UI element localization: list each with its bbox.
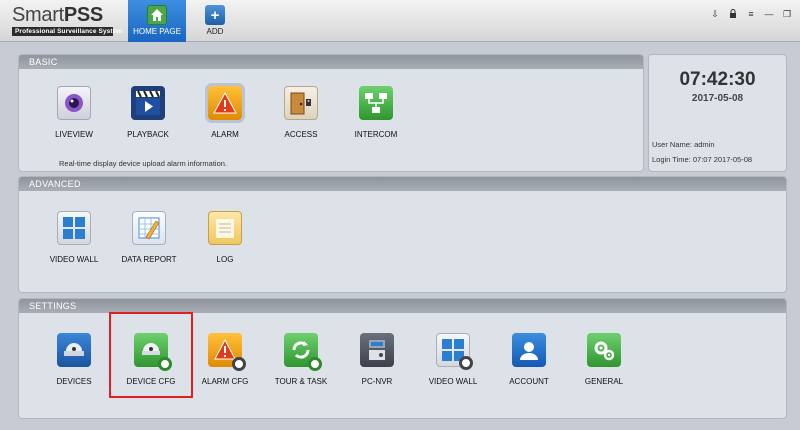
minimize-icon[interactable]: — xyxy=(764,9,774,20)
liveview-tile[interactable]: LIVEVIEW xyxy=(34,86,114,139)
app-title: SmartPSS xyxy=(12,4,103,26)
access-tile[interactable]: ACCESS xyxy=(261,86,341,139)
notepad-icon xyxy=(208,211,242,245)
alarm-description: Real-time display device upload alarm in… xyxy=(59,159,227,168)
grid-icon xyxy=(57,211,91,245)
playback-tile[interactable]: PLAYBACK xyxy=(108,86,188,139)
advanced-header: ADVANCED xyxy=(19,177,786,191)
devices-label: DEVICES xyxy=(56,377,92,386)
app-logo: SmartPSS Professional Surveillance Syste… xyxy=(12,4,124,36)
intercom-label: INTERCOM xyxy=(354,130,398,139)
menu-icon[interactable]: ≡ xyxy=(746,9,756,20)
account-tile[interactable]: ACCOUNT xyxy=(489,333,569,386)
tab-add-label: ADD xyxy=(206,27,224,36)
pc-nvr-tile[interactable]: PC-NVR xyxy=(337,333,417,386)
video-wall-cfg-label: VIDEO WALL xyxy=(428,377,478,386)
alarm-label: ALARM xyxy=(211,130,239,139)
video-wall-cfg-tile[interactable]: VIDEO WALL xyxy=(413,333,493,386)
devices-tile[interactable]: DEVICES xyxy=(34,333,114,386)
tour-task-tile[interactable]: TOUR & TASK xyxy=(261,333,341,386)
door-icon xyxy=(284,86,318,120)
alarm-cfg-label: ALARM CFG xyxy=(201,377,249,386)
clapperboard-icon xyxy=(131,86,165,120)
lock-icon[interactable] xyxy=(728,9,738,20)
access-label: ACCESS xyxy=(284,130,318,139)
log-label: LOG xyxy=(216,255,234,264)
clock-time: 07:42:30 xyxy=(679,69,756,90)
clock-date: 2017-05-08 xyxy=(691,93,744,104)
tab-add[interactable]: + ADD xyxy=(186,0,244,42)
liveview-label: LIVEVIEW xyxy=(55,130,93,139)
general-gear-icon xyxy=(587,333,621,367)
top-bar: SmartPSS Professional Surveillance Syste… xyxy=(0,0,800,42)
account-label: ACCOUNT xyxy=(509,377,549,386)
tour-task-icon xyxy=(284,333,322,371)
restore-icon[interactable]: ❐ xyxy=(782,9,792,20)
pc-nvr-icon xyxy=(360,333,394,367)
data-report-tile[interactable]: DATA REPORT xyxy=(109,211,189,264)
tab-home-label: HOME PAGE xyxy=(133,27,181,36)
settings-header: SETTINGS xyxy=(19,299,786,313)
device-cfg-highlight xyxy=(109,312,193,398)
tab-home-page[interactable]: HOME PAGE xyxy=(128,0,186,42)
user-name: User Name: admin xyxy=(652,140,715,149)
window-controls: ⇩ ≡ — ❐ xyxy=(710,9,792,20)
report-icon xyxy=(132,211,166,245)
account-icon xyxy=(512,333,546,367)
alarm-cfg-tile[interactable]: ALARM CFG xyxy=(185,333,265,386)
alarm-config-icon xyxy=(208,333,246,371)
camera-icon xyxy=(57,86,91,120)
intercom-tile[interactable]: INTERCOM xyxy=(336,86,416,139)
gear-icon xyxy=(308,357,322,371)
clock-panel: 07:42:30 2017-05-08 User Name: admin Log… xyxy=(648,54,787,172)
gear-icon xyxy=(459,356,473,370)
plus-icon: + xyxy=(205,5,225,25)
pc-nvr-label: PC-NVR xyxy=(361,377,393,386)
advanced-panel: ADVANCED VIDEO WALL DATA REPORT LOG xyxy=(18,176,787,293)
video-wall-tile[interactable]: VIDEO WALL xyxy=(34,211,114,264)
general-label: GENERAL xyxy=(584,377,624,386)
user-icon[interactable]: ⇩ xyxy=(710,9,720,20)
video-wall-config-icon xyxy=(436,333,473,370)
log-tile[interactable]: LOG xyxy=(185,211,265,264)
network-icon xyxy=(359,86,393,120)
alarm-icon xyxy=(205,83,245,123)
basic-panel: BASIC LIVEVIEW PLAYBACK ALARM ACCESS INT… xyxy=(18,54,644,172)
app-subtitle: Professional Surveillance System xyxy=(12,27,122,36)
basic-header: BASIC xyxy=(19,55,643,69)
data-report-label: DATA REPORT xyxy=(121,255,177,264)
gear-icon xyxy=(232,357,246,371)
video-wall-label: VIDEO WALL xyxy=(49,255,99,264)
alarm-tile[interactable]: ALARM xyxy=(185,83,265,139)
dome-camera-icon xyxy=(57,333,91,367)
login-time: Login Time: 07:07 2017-05-08 xyxy=(652,155,753,164)
general-tile[interactable]: GENERAL xyxy=(564,333,644,386)
home-icon xyxy=(147,5,167,25)
playback-label: PLAYBACK xyxy=(127,130,169,139)
tour-task-label: TOUR & TASK xyxy=(274,377,328,386)
